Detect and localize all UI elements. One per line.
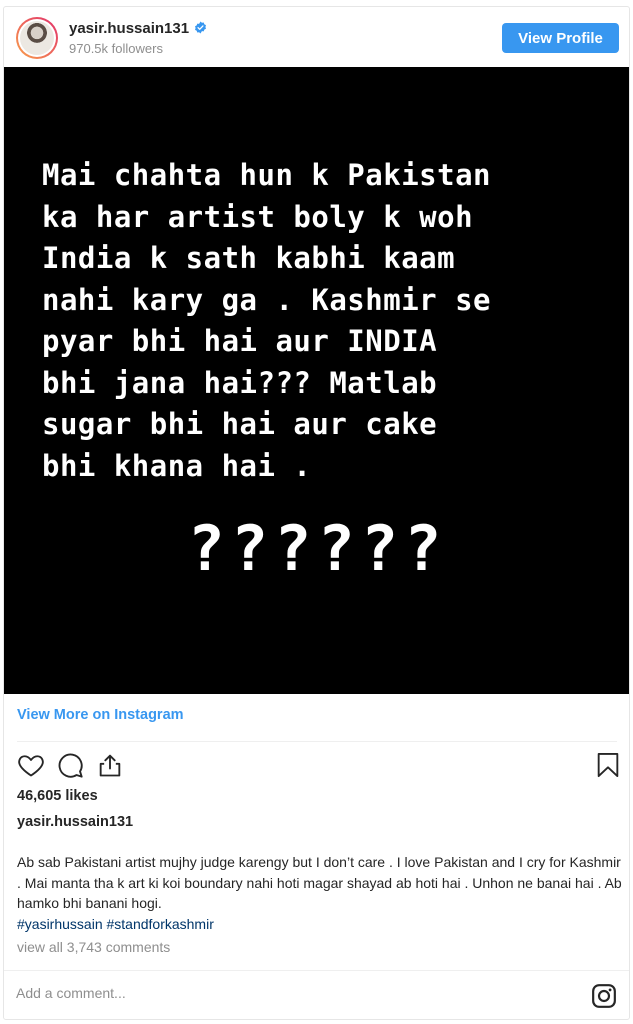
view-all-comments-link[interactable]: view all 3,743 comments (17, 939, 170, 955)
bookmark-icon[interactable] (594, 751, 622, 779)
post-image-line: ka har artist boly k woh (42, 199, 474, 234)
post-image-line: bhi jana hai??? Matlab (42, 365, 438, 400)
avatar[interactable] (16, 17, 58, 59)
post-image[interactable]: Mai chahta hun k Pakistan ka har artist … (4, 67, 629, 694)
post-image-line: pyar bhi hai aur INDIA (42, 324, 438, 358)
post-image-line: nahi kary ga . Kashmir se (42, 282, 491, 317)
comment-icon[interactable] (56, 751, 84, 779)
comment-bar: Add a comment... (4, 970, 629, 1019)
post-image-line: bhi khana hai . (42, 448, 312, 483)
post-image-line: sugar bhi hai aur cake (42, 407, 438, 441)
view-profile-button[interactable]: View Profile (502, 23, 619, 53)
view-more-link[interactable]: View More on Instagram (17, 707, 184, 723)
post-header: yasir.hussain131 970.5k followers View P… (4, 7, 629, 67)
post-image-question-marks: ?????? (187, 512, 448, 585)
caption-hashtags[interactable]: #yasirhussain #standforkashmir (17, 916, 214, 932)
action-bar (14, 751, 619, 781)
caption-text: Ab sab Pakistani artist mujhy judge kare… (17, 854, 622, 911)
add-comment-input[interactable]: Add a comment... (16, 985, 126, 1001)
caption-text-block: Ab sab Pakistani artist mujhy judge kare… (17, 852, 622, 934)
heart-icon[interactable] (17, 751, 45, 779)
like-count[interactable]: 46,605 likes (17, 788, 98, 804)
divider (17, 741, 617, 742)
follower-count: 970.5k followers (69, 41, 163, 56)
profile-username[interactable]: yasir.hussain131 (69, 20, 207, 37)
post-image-text: Mai chahta hun k Pakistan ka har artist … (42, 155, 602, 487)
post-image-line: India k sath kabhi kaam (42, 241, 456, 275)
caption-username[interactable]: yasir.hussain131 (17, 814, 133, 830)
share-icon[interactable] (96, 751, 124, 779)
post-image-line: Mai chahta hun k Pakistan (42, 158, 491, 192)
instagram-embed-card: yasir.hussain131 970.5k followers View P… (3, 6, 630, 1020)
instagram-logo-icon[interactable] (591, 983, 617, 1009)
verified-badge-icon (195, 21, 207, 34)
